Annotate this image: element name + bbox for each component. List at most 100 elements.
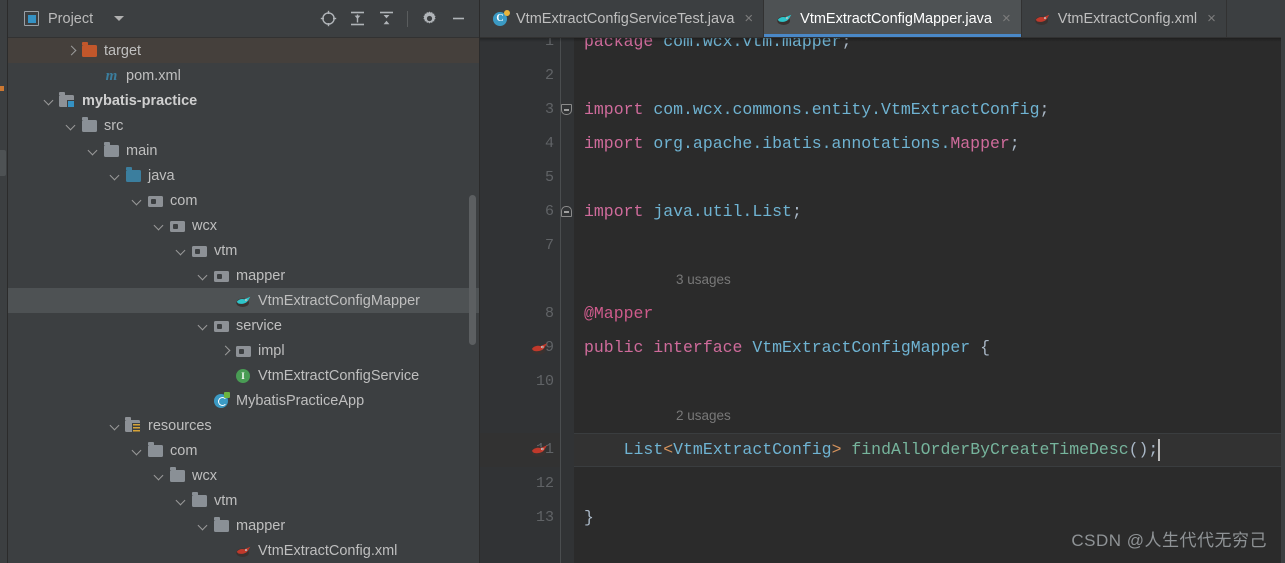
code-token: import: [584, 202, 654, 221]
chevron-down-icon[interactable]: [65, 119, 78, 132]
mybatis-statement-icon[interactable]: [530, 340, 549, 356]
tree-node-java[interactable]: java: [8, 163, 479, 188]
inlay-usages-hint[interactable]: 3 usages: [676, 263, 731, 297]
close-icon[interactable]: ×: [744, 11, 753, 26]
chevron-down-icon[interactable]: [114, 16, 125, 21]
chevron-right-icon[interactable]: [219, 344, 232, 357]
project-panel-title: Project: [48, 10, 94, 27]
code-token: >: [831, 440, 842, 459]
editor-gutter[interactable]: 1 2 3 4 5 6 7 8 9 10 11 12 13: [480, 38, 560, 563]
tree-node-com[interactable]: com: [8, 438, 479, 463]
line-number: 13: [535, 509, 554, 526]
folder-gray-icon: [147, 442, 164, 459]
package-icon: [191, 243, 208, 259]
line-number: 3: [544, 101, 554, 118]
tree-node-vtmextractconfigservice[interactable]: I VtmExtractConfigService: [8, 363, 479, 388]
chevron-down-icon[interactable]: [131, 194, 144, 207]
line-number: 4: [544, 135, 554, 152]
editor-tab-vtmextractconfig-xml[interactable]: VtmExtractConfig.xml ×: [1021, 0, 1227, 37]
tree-node-mybatis-practice[interactable]: mybatis-practice: [8, 88, 479, 113]
tree-node-mapper[interactable]: mapper: [8, 513, 479, 538]
tree-node-src[interactable]: src: [8, 113, 479, 138]
code-token: ;: [1009, 134, 1020, 153]
tree-node-label: com: [170, 442, 198, 459]
code-token: com.wcx.commons.entity.VtmExtractConfig: [653, 100, 1040, 119]
expand-all-icon[interactable]: [344, 6, 370, 32]
folder-orange-icon: [81, 42, 98, 59]
tree-node-service[interactable]: service: [8, 313, 479, 338]
code-token: List: [752, 202, 792, 221]
tree-node-label: wcx: [192, 467, 217, 484]
tree-node-target[interactable]: target: [8, 38, 479, 63]
tree-node-vtmextractconfigmapper[interactable]: VtmExtractConfigMapper: [8, 288, 479, 313]
package-icon: [213, 268, 230, 284]
line-number: 10: [535, 373, 554, 390]
editor-tab-vtmextractconfigmapper-java[interactable]: VtmExtractConfigMapper.java ×: [764, 0, 1022, 37]
project-panel-header: Project: [8, 0, 479, 38]
code-token: findAllOrderByCreateTimeDesc: [851, 440, 1129, 459]
settings-gear-icon[interactable]: [416, 6, 442, 32]
editor-tab-vtmextractconfigservicetest-java[interactable]: C VtmExtractConfigServiceTest.java ×: [480, 0, 765, 37]
close-icon[interactable]: ×: [1207, 11, 1216, 26]
select-opened-file-icon[interactable]: [315, 6, 341, 32]
project-panel-scrollbar[interactable]: [469, 195, 476, 345]
code-token: }: [584, 508, 594, 527]
code-editor[interactable]: 1 2 3 4 5 6 7 8 9 10 11 12 13 package com.wcx.vtm.ma…: [480, 38, 1285, 563]
tree-node-main[interactable]: main: [8, 138, 479, 163]
mybatis-statement-icon[interactable]: [530, 442, 549, 458]
chevron-down-icon[interactable]: [109, 419, 122, 432]
code-token: ;: [841, 38, 852, 51]
hide-minimize-icon[interactable]: [445, 6, 471, 32]
tree-node-wcx[interactable]: wcx: [8, 463, 479, 488]
chevron-down-icon[interactable]: [131, 444, 144, 457]
tree-node-vtm[interactable]: vtm: [8, 238, 479, 263]
chevron-down-icon[interactable]: [197, 269, 210, 282]
chevron-down-icon[interactable]: [197, 319, 210, 332]
editor-tab-bar: C VtmExtractConfigServiceTest.java × VtmExt…: [480, 0, 1285, 38]
tree-node-resources[interactable]: resources: [8, 413, 479, 438]
tree-node-mybatispracticeapp[interactable]: MybatisPracticeApp: [8, 388, 479, 413]
gutter-divider: [560, 38, 561, 563]
package-icon: [235, 343, 252, 359]
tree-node-vtm[interactable]: vtm: [8, 488, 479, 513]
chevron-down-icon[interactable]: [43, 94, 56, 107]
project-panel-title-group[interactable]: Project: [24, 10, 125, 27]
folder-gray-icon: [191, 492, 208, 509]
rail-tool-tab[interactable]: [0, 150, 6, 176]
chevron-down-icon[interactable]: [153, 219, 166, 232]
tree-node-mapper[interactable]: mapper: [8, 263, 479, 288]
chevron-down-icon[interactable]: [175, 494, 188, 507]
tree-node-wcx[interactable]: wcx: [8, 213, 479, 238]
chevron-down-icon[interactable]: [109, 169, 122, 182]
editor-tab-label: VtmExtractConfigMapper.java: [800, 10, 992, 27]
tree-node-pom-xml[interactable]: m pom.xml: [8, 63, 479, 88]
code-fold-close-icon[interactable]: [561, 206, 572, 217]
inlay-usages-hint[interactable]: 2 usages: [676, 399, 731, 433]
chevron-down-icon[interactable]: [175, 244, 188, 257]
editor-region: C VtmExtractConfigServiceTest.java × VtmExt…: [480, 0, 1285, 563]
code-line: }: [584, 501, 594, 535]
chevron-down-icon[interactable]: [197, 519, 210, 532]
code-token: org.apache.ibatis.annotations.: [653, 134, 951, 153]
code-fold-open-icon[interactable]: [561, 104, 572, 115]
code-text-area[interactable]: package com.wcx.vtm.mapper; import com.wc…: [574, 38, 1285, 563]
tree-node-label: java: [148, 167, 175, 184]
close-icon[interactable]: ×: [1002, 11, 1011, 26]
editor-fold-strip[interactable]: [560, 38, 574, 563]
chevron-down-icon[interactable]: [153, 469, 166, 482]
code-token: @Mapper: [584, 304, 654, 323]
project-file-tree[interactable]: target m pom.xml mybatis-practice src main jav…: [8, 38, 479, 563]
chevron-down-icon[interactable]: [87, 144, 100, 157]
code-line: import com.wcx.commons.entity.VtmExtract…: [584, 93, 1049, 127]
folder-gray-icon: [81, 117, 98, 134]
tree-node-com[interactable]: com: [8, 188, 479, 213]
tree-node-label: mapper: [236, 267, 286, 284]
tree-node-vtmextractconfig-xml[interactable]: VtmExtractConfig.xml: [8, 538, 479, 563]
collapse-all-icon[interactable]: [373, 6, 399, 32]
tree-node-impl[interactable]: impl: [8, 338, 479, 363]
chevron-right-icon[interactable]: [65, 44, 78, 57]
code-token: {: [970, 338, 990, 357]
